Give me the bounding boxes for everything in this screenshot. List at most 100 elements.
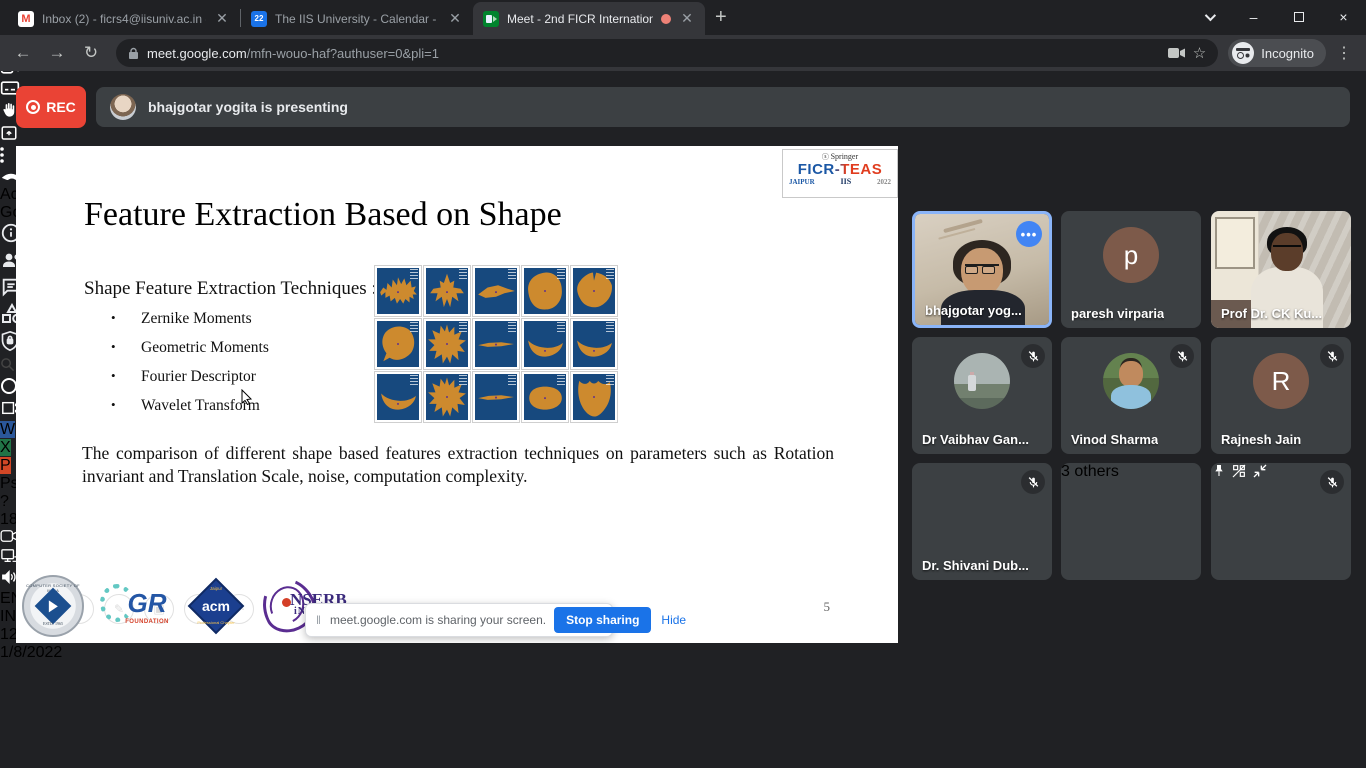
shape-cell: [571, 372, 617, 422]
remove-from-grid-icon[interactable]: [1231, 466, 1251, 483]
close-icon[interactable]: ✕: [679, 10, 695, 27]
excel-icon: X: [0, 439, 11, 456]
participant-tile-ck[interactable]: Prof Dr. CK Ku...: [1211, 211, 1351, 328]
avatar: [954, 479, 1010, 535]
powerpoint-icon: P: [0, 457, 11, 474]
slide-paragraph: The comparison of different shape based …: [82, 442, 834, 489]
new-tab-button[interactable]: +: [715, 6, 727, 29]
stop-sharing-button[interactable]: Stop sharing: [554, 607, 651, 633]
participant-name: Dr. Shivani Dub...: [922, 558, 1029, 573]
avatar: [954, 353, 1010, 409]
shape-cell: [473, 319, 519, 369]
avatar: [110, 94, 136, 120]
avatar: R: [1253, 353, 1309, 409]
shape-cell: [522, 372, 568, 422]
screen-share-dialog: ‖ meet.google.com is sharing your screen…: [305, 603, 613, 637]
reload-icon[interactable]: ↻: [76, 39, 106, 67]
shape-cell: [522, 319, 568, 369]
participant-tile-vaibhav[interactable]: Dr Vaibhav Gan...: [912, 337, 1052, 454]
bookmark-star-icon[interactable]: ☆: [1193, 44, 1206, 62]
close-icon[interactable]: ✕: [214, 10, 230, 27]
techniques-list: Zernike Moments Geometric Moments Fourie…: [111, 310, 269, 426]
chevron-down-icon[interactable]: [1186, 0, 1231, 33]
list-item: Geometric Moments: [111, 339, 269, 357]
participant-name: Dr Vaibhav Gan...: [922, 432, 1029, 447]
participant-tile-self-controls[interactable]: [1211, 463, 1351, 580]
close-window-button[interactable]: ×: [1321, 0, 1366, 33]
csi-logo: COMPUTER SOCIETY OF INDIA ESTD. 1965: [22, 575, 84, 637]
jaipur-label: JAIPUR: [789, 179, 815, 186]
pin-icon[interactable]: [1211, 466, 1231, 483]
rec-badge: REC: [16, 86, 86, 128]
footer-logos: COMPUTER SOCIETY OF INDIA ESTD. 1965 GR …: [22, 573, 346, 639]
minimize-tile-icon[interactable]: [1252, 466, 1268, 483]
iis-label: IIS: [840, 178, 851, 186]
tab-title: Meet - 2nd FICR Internationa: [507, 12, 653, 26]
gr-foundation-logo: GR FOUNDATION: [100, 588, 172, 625]
forward-icon[interactable]: →: [42, 39, 72, 67]
window-controls: – ×: [1186, 0, 1366, 33]
restore-button[interactable]: [1276, 0, 1321, 33]
search-icon: [0, 357, 15, 372]
year-label: 2022: [877, 179, 891, 186]
acm-jaipur-logo: Jaipur acm Professional Chapter: [188, 578, 244, 634]
camera-access-icon[interactable]: [1168, 47, 1185, 59]
participant-tile-shivani[interactable]: Dr. Shivani Dub...: [912, 463, 1052, 580]
participant-tile-bhajgotar[interactable]: ••• bhajgotar yog...: [912, 211, 1052, 328]
minimize-button[interactable]: –: [1231, 0, 1276, 33]
rec-icon: [26, 100, 40, 114]
avatar: [1103, 353, 1159, 409]
tab-title: Inbox (2) - ficrs4@iisuniv.ac.in - T: [42, 12, 206, 26]
shape-cell: [424, 266, 470, 316]
tile-options-icon[interactable]: •••: [1016, 221, 1042, 247]
present-screen-button[interactable]: [0, 124, 1366, 147]
avatar: p: [1103, 227, 1159, 283]
presenting-banner: bhajgotar yogita is presenting: [96, 87, 1350, 127]
csi-diamond-icon: [35, 588, 72, 625]
shape-cell: [375, 319, 421, 369]
participant-tile-vinod[interactable]: Vinod Sharma: [1061, 337, 1201, 454]
shape-grid: [375, 266, 619, 422]
tab-gmail[interactable]: M Inbox (2) - ficrs4@iisuniv.ac.in - T ✕: [8, 2, 240, 35]
mic-off-icon: [1170, 344, 1194, 368]
back-icon[interactable]: ←: [8, 39, 38, 67]
g-swirl-icon: [100, 584, 134, 622]
recording-indicator-icon: [661, 14, 671, 24]
others-count-label: 3 others: [1061, 463, 1201, 481]
help-icon: ?: [0, 493, 9, 510]
shape-cell: [571, 319, 617, 369]
tab-title: The IIS University - Calendar - We: [275, 12, 439, 26]
shape-cell: [473, 266, 519, 316]
gmail-icon: M: [18, 11, 34, 27]
shape-cell: [375, 266, 421, 316]
ficr-teas-logo: Springer FICR-TEAS JAIPUR IIS 2022: [782, 149, 898, 198]
shape-cell: [522, 266, 568, 316]
mic-off-icon: [1021, 344, 1045, 368]
mouse-cursor: [241, 389, 253, 405]
slide-subtitle: Shape Feature Extraction Techniques :: [84, 278, 377, 300]
mic-off-icon: [1320, 344, 1344, 368]
address-bar[interactable]: meet.google.com/mfn-wouo-haf?authuser=0&…: [116, 39, 1218, 67]
incognito-badge: Incognito: [1228, 39, 1326, 67]
browser-toolbar: ← → ↻ meet.google.com/mfn-wouo-haf?authu…: [0, 35, 1366, 71]
url-text: meet.google.com/mfn-wouo-haf?authuser=0&…: [147, 46, 1160, 61]
tab-calendar[interactable]: 22 The IIS University - Calendar - We ✕: [241, 2, 473, 35]
participant-tile-rajnesh[interactable]: R Rajnesh Jain: [1211, 337, 1351, 454]
meet-icon: [483, 11, 499, 27]
participant-tile-paresh[interactable]: p paresh virparia: [1061, 211, 1201, 328]
hide-link[interactable]: Hide: [661, 613, 686, 627]
browser-menu-icon[interactable]: ⋮: [1330, 43, 1358, 63]
tab-meet-active[interactable]: Meet - 2nd FICR Internationa ✕: [473, 2, 705, 35]
lock-icon: [128, 47, 139, 60]
participant-name: bhajgotar yog...: [925, 303, 1022, 318]
springer-label: Springer: [783, 153, 897, 161]
close-icon[interactable]: ✕: [447, 10, 463, 27]
drag-handle-icon[interactable]: ‖: [316, 613, 322, 627]
shape-cell: [571, 266, 617, 316]
shape-cell: [375, 372, 421, 422]
participant-tile-others[interactable]: 3 others: [1061, 463, 1201, 580]
presentation-slide: Springer FICR-TEAS JAIPUR IIS 2022 Featu…: [16, 146, 898, 643]
mic-off-icon: [1320, 470, 1344, 494]
participant-name: Vinod Sharma: [1071, 432, 1158, 447]
browser-tabstrip: M Inbox (2) - ficrs4@iisuniv.ac.in - T ✕…: [0, 0, 1366, 35]
